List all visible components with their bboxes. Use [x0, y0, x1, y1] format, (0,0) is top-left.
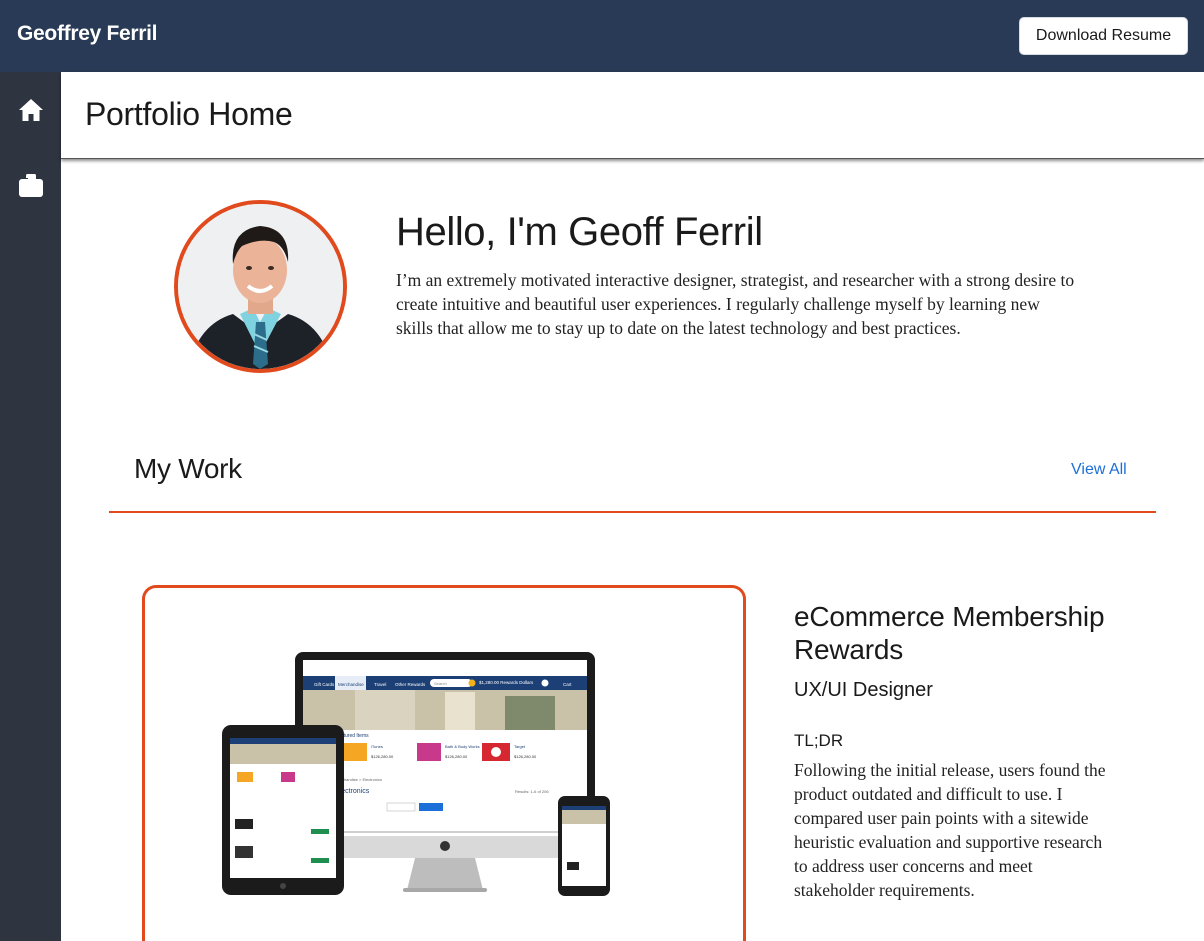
sidebar	[0, 72, 61, 941]
mockup-search: Search	[434, 681, 447, 686]
mockup-featured-name: Target	[514, 744, 526, 749]
download-resume-button[interactable]: Download Resume	[1019, 17, 1188, 55]
top-bar: Geoffrey Ferril Download Resume	[0, 0, 1204, 72]
site-brand[interactable]: Geoffrey Ferril	[17, 22, 158, 46]
mockup-nav-tab: Gift Cards	[314, 682, 335, 687]
tldr-heading: TL;DR	[794, 731, 844, 750]
profile-avatar	[174, 200, 347, 373]
mockup-featured-name: iTunes	[371, 744, 383, 749]
greeting-heading: Hello, I'm Geoff Ferril	[396, 210, 763, 254]
view-all-link[interactable]: View All	[1071, 461, 1127, 479]
page-header: Portfolio Home	[61, 72, 1204, 159]
mockup-featured-price: $126,280.00	[445, 754, 468, 759]
project-title[interactable]: eCommerce Membership Rewards	[794, 600, 1134, 666]
mockup-featured-name: Bath & Body Works	[445, 744, 480, 749]
my-work-heading: My Work	[134, 453, 242, 484]
mockup-balance: $1,280.00 Rewards Dollars	[479, 680, 534, 685]
section-divider	[109, 511, 1156, 513]
mockup-results: Results: 1-6 of 206	[515, 789, 549, 794]
device-mockup-image: Gift Cards Merchandise Travel Other Rewa…	[222, 652, 610, 896]
mockup-nav-tab: Travel	[374, 682, 386, 687]
mockup-nav-tab: Merchandise	[338, 682, 364, 687]
mockup-nav-tab: Other Rewards	[395, 682, 426, 687]
page-title: Portfolio Home	[85, 96, 293, 132]
project-card[interactable]: Gift Cards Merchandise Travel Other Rewa…	[142, 585, 746, 941]
project-role: UX/UI Designer	[794, 679, 933, 701]
bio-text: I’m an extremely motivated interactive d…	[396, 270, 1075, 338]
briefcase-icon[interactable]	[17, 172, 45, 200]
mockup-featured-price: $126,280.00	[371, 754, 394, 759]
mockup-cart: Cart	[563, 682, 572, 687]
mockup-featured-price: $126,280.00	[514, 754, 537, 759]
project-description: Following the initial release, users fou…	[794, 760, 1106, 900]
home-icon[interactable]	[17, 96, 45, 124]
